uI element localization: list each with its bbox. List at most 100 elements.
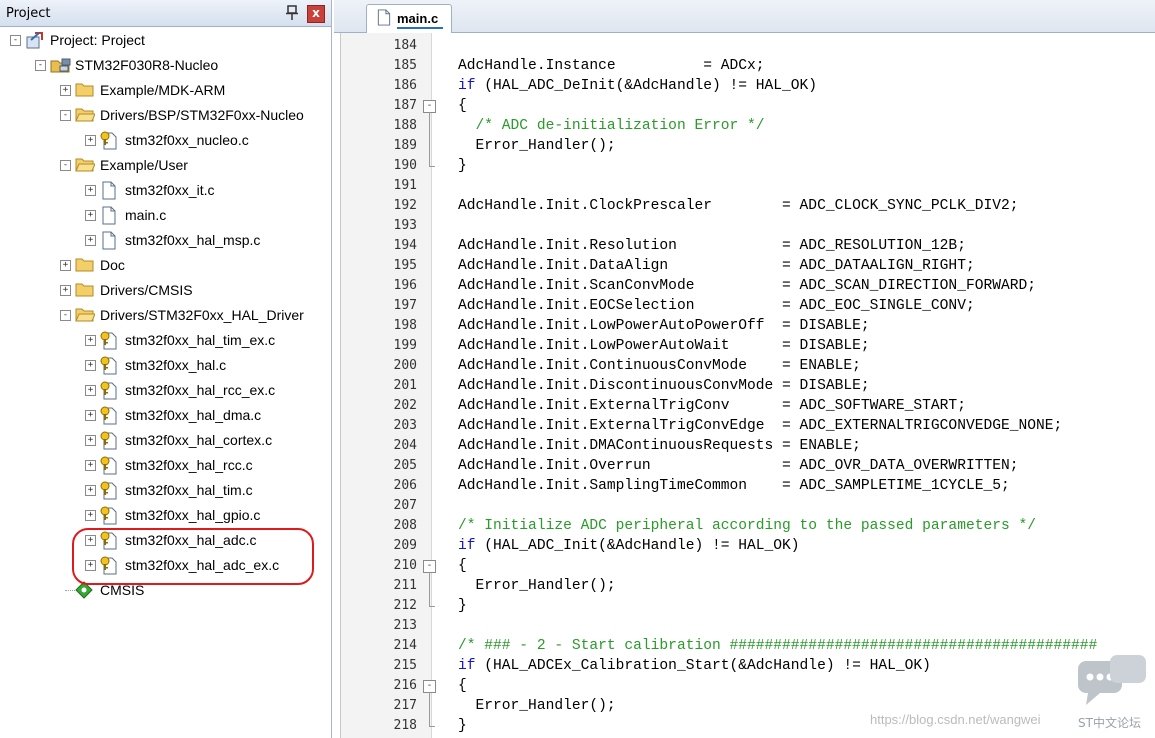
expand-icon[interactable]: +: [85, 185, 96, 196]
code-line[interactable]: 196 AdcHandle.Init.ScanConvMode = ADC_SCA…: [341, 276, 1155, 296]
line-number: 204: [393, 438, 417, 453]
code-line[interactable]: 195 AdcHandle.Init.DataAlign = ADC_DATAAL…: [341, 256, 1155, 276]
code-line[interactable]: 193: [341, 216, 1155, 236]
file-key-icon: [100, 331, 118, 350]
code-line[interactable]: 204 AdcHandle.Init.DMAContinuousRequests …: [341, 436, 1155, 456]
code-line[interactable]: 187-{: [341, 96, 1155, 116]
code-line[interactable]: 199 AdcHandle.Init.LowPowerAutoWait = DIS…: [341, 336, 1155, 356]
expand-icon[interactable]: +: [85, 510, 96, 521]
code-line[interactable]: 216-{: [341, 676, 1155, 696]
code-line[interactable]: 202 AdcHandle.Init.ExternalTrigConv = ADC…: [341, 396, 1155, 416]
tree-item[interactable]: + Drivers/CMSIS: [0, 280, 331, 302]
tree-item[interactable]: + stm32f0xx_hal_gpio.c: [0, 505, 331, 527]
code-line[interactable]: 189 Error_Handler();: [341, 136, 1155, 156]
line-number: 202: [393, 398, 417, 413]
code-line[interactable]: 207: [341, 496, 1155, 516]
expand-icon[interactable]: +: [60, 260, 71, 271]
tree-item[interactable]: + stm32f0xx_hal_dma.c: [0, 405, 331, 427]
code-line[interactable]: 184: [341, 36, 1155, 56]
code-text: AdcHandle.Init.ContinuousConvMode = ENAB…: [458, 358, 861, 374]
collapse-icon[interactable]: -: [60, 160, 71, 171]
tree-item[interactable]: + stm32f0xx_hal_cortex.c: [0, 430, 331, 452]
tree-item[interactable]: - Project: Project: [0, 30, 331, 52]
code-line[interactable]: 194 AdcHandle.Init.Resolution = ADC_RESOL…: [341, 236, 1155, 256]
tree-item[interactable]: - Drivers/BSP/STM32F0xx-Nucleo: [0, 105, 331, 127]
code-line[interactable]: 213: [341, 616, 1155, 636]
expand-icon[interactable]: +: [85, 210, 96, 221]
code-line[interactable]: 211 Error_Handler();: [341, 576, 1155, 596]
fold-guide-end: [429, 166, 435, 167]
expand-icon[interactable]: +: [85, 385, 96, 396]
code-text: if (HAL_ADC_DeInit(&AdcHandle) != HAL_OK…: [458, 78, 818, 94]
tree-item[interactable]: + stm32f0xx_hal.c: [0, 355, 331, 377]
code-line[interactable]: 191: [341, 176, 1155, 196]
tree-item[interactable]: + stm32f0xx_hal_rcc_ex.c: [0, 380, 331, 402]
tree-item[interactable]: + main.c: [0, 205, 331, 227]
tree-item[interactable]: - Example/User: [0, 155, 331, 177]
code-text: AdcHandle.Init.DiscontinuousConvMode = D…: [458, 378, 870, 394]
line-number: 213: [393, 618, 417, 633]
tree-item[interactable]: + stm32f0xx_hal_tim.c: [0, 480, 331, 502]
code-line[interactable]: 185 AdcHandle.Instance = ADCx;: [341, 56, 1155, 76]
code-line[interactable]: 186 if (HAL_ADC_DeInit(&AdcHandle) != HAL…: [341, 76, 1155, 96]
code-line[interactable]: 197 AdcHandle.Init.EOCSelection = ADC_EOC…: [341, 296, 1155, 316]
line-number: 191: [393, 178, 417, 193]
collapse-icon[interactable]: -: [60, 110, 71, 121]
code-line[interactable]: 205 AdcHandle.Init.Overrun = ADC_OVR_DATA…: [341, 456, 1155, 476]
collapse-icon[interactable]: -: [10, 35, 21, 46]
line-number: 197: [393, 298, 417, 313]
folder-open-icon: [75, 156, 96, 173]
tree-item[interactable]: + Doc: [0, 255, 331, 277]
annotation-highlight: [72, 528, 314, 585]
tree-item[interactable]: + stm32f0xx_nucleo.c: [0, 130, 331, 152]
close-icon[interactable]: x: [307, 5, 325, 23]
folder-icon: [75, 81, 94, 98]
code-line[interactable]: 198 AdcHandle.Init.LowPowerAutoPowerOff =…: [341, 316, 1155, 336]
expand-icon[interactable]: +: [85, 360, 96, 371]
tree-item[interactable]: + stm32f0xx_hal_tim_ex.c: [0, 330, 331, 352]
expand-icon[interactable]: +: [85, 435, 96, 446]
code-line[interactable]: 190}: [341, 156, 1155, 176]
tab-main-c[interactable]: main.c: [366, 4, 452, 33]
tree-item[interactable]: - STM32F030R8-Nucleo: [0, 55, 331, 77]
code-line[interactable]: 206 AdcHandle.Init.SamplingTimeCommon = A…: [341, 476, 1155, 496]
fold-guide: [429, 112, 430, 166]
expand-icon[interactable]: +: [85, 460, 96, 471]
expand-icon[interactable]: +: [60, 85, 71, 96]
code-text: /* Initialize ADC peripheral according t…: [458, 518, 1037, 534]
project-tree[interactable]: - Project: Project - STM32F030R8-Nucleo + Exa…: [0, 28, 331, 738]
expand-icon[interactable]: +: [85, 485, 96, 496]
collapse-icon[interactable]: -: [60, 310, 71, 321]
line-number: 188: [393, 118, 417, 133]
file-key-icon: [100, 131, 118, 150]
code-line[interactable]: 215 if (HAL_ADCEx_Calibration_Start(&AdcH…: [341, 656, 1155, 676]
code-line[interactable]: 214 /* ### - 2 - Start calibration ######…: [341, 636, 1155, 656]
code-line[interactable]: 203 AdcHandle.Init.ExternalTrigConvEdge =…: [341, 416, 1155, 436]
code-line[interactable]: 200 AdcHandle.Init.ContinuousConvMode = E…: [341, 356, 1155, 376]
expand-icon[interactable]: +: [85, 335, 96, 346]
code-editor[interactable]: 184 185 AdcHandle.Instance = ADCx; 186 if (H…: [334, 33, 1155, 738]
file-icon: [100, 181, 118, 200]
pin-icon[interactable]: [285, 5, 299, 21]
fold-guide-end: [429, 726, 435, 727]
code-line[interactable]: 192 AdcHandle.Init.ClockPrescaler = ADC_C…: [341, 196, 1155, 216]
code-line[interactable]: 208 /* Initialize ADC peripheral accordin…: [341, 516, 1155, 536]
tree-item[interactable]: + Example/MDK-ARM: [0, 80, 331, 102]
tree-item[interactable]: + stm32f0xx_hal_msp.c: [0, 230, 331, 252]
expand-icon[interactable]: +: [85, 235, 96, 246]
tree-item[interactable]: + stm32f0xx_it.c: [0, 180, 331, 202]
file-key-icon: [100, 506, 118, 525]
code-line[interactable]: 201 AdcHandle.Init.DiscontinuousConvMode …: [341, 376, 1155, 396]
tree-item-label: Drivers/STM32F0xx_HAL_Driver: [100, 307, 304, 323]
tree-item[interactable]: + stm32f0xx_hal_rcc.c: [0, 455, 331, 477]
expand-icon[interactable]: +: [85, 135, 96, 146]
expand-icon[interactable]: +: [60, 285, 71, 296]
code-line[interactable]: 212}: [341, 596, 1155, 616]
code-line[interactable]: 210-{: [341, 556, 1155, 576]
expand-icon[interactable]: +: [85, 410, 96, 421]
code-line[interactable]: 188 /* ADC de-initialization Error */: [341, 116, 1155, 136]
code-line[interactable]: 209 if (HAL_ADC_Init(&AdcHandle) != HAL_O…: [341, 536, 1155, 556]
tree-item[interactable]: - Drivers/STM32F0xx_HAL_Driver: [0, 305, 331, 327]
collapse-icon[interactable]: -: [35, 60, 46, 71]
tree-item-label: Example/MDK-ARM: [100, 82, 226, 98]
